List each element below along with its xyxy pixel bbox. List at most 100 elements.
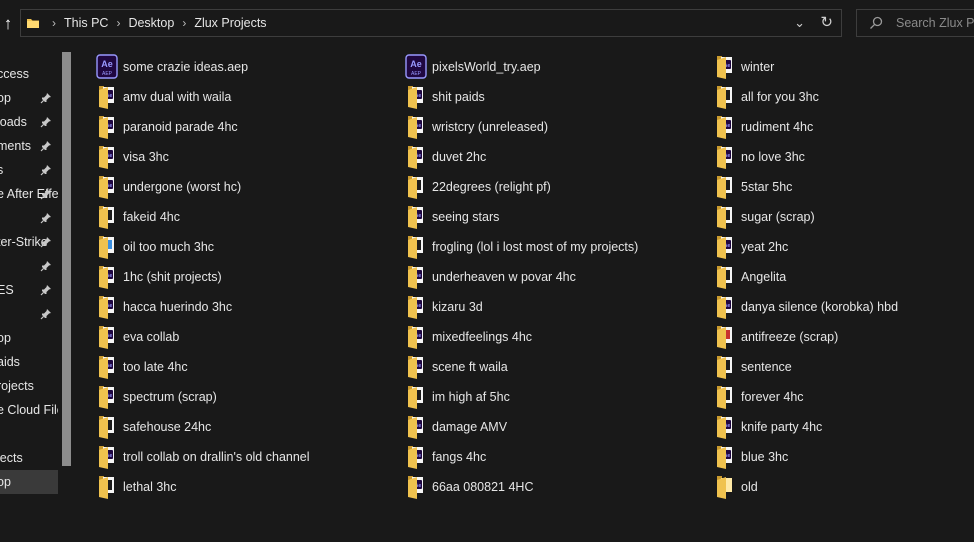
folder-icon: Ae	[714, 234, 738, 260]
breadcrumb-item-desktop[interactable]: Desktop	[125, 16, 177, 30]
chevron-right-icon[interactable]: ›	[47, 16, 61, 30]
folder-item[interactable]: sugar (scrap)	[714, 204, 974, 232]
sidebar-item[interactable]: e After Effects	[0, 182, 58, 206]
item-name: fakeid 4hc	[123, 210, 180, 224]
folder-item[interactable]: Ae eva collab	[96, 324, 396, 352]
folder-item[interactable]: antifreeze (scrap)	[714, 324, 974, 352]
file-item[interactable]: Ae AEP some crazie ideas.aep	[96, 54, 396, 82]
folder-item[interactable]: Ae damage AMV	[405, 414, 705, 442]
svg-text:Ae: Ae	[101, 59, 113, 69]
folder-icon	[714, 354, 738, 380]
folder-item[interactable]: Ae duvet 2hc	[405, 144, 705, 172]
folder-icon: Ae	[405, 114, 429, 140]
item-name: seeing stars	[432, 210, 500, 224]
folder-item[interactable]: Ae underheaven w povar 4hc	[405, 264, 705, 292]
sidebar-item[interactable]: loads	[0, 110, 58, 134]
item-name: im high af 5hc	[432, 390, 510, 404]
folder-item[interactable]: Ae paranoid parade 4hc	[96, 114, 396, 142]
sidebar-item[interactable]: ments	[0, 134, 58, 158]
chevron-right-icon[interactable]: ›	[177, 16, 191, 30]
folder-item[interactable]: old	[714, 474, 974, 502]
folder-item[interactable]: Angelita	[714, 264, 974, 292]
sidebar-item[interactable]: rojects	[0, 374, 58, 398]
folder-item[interactable]: Ae undergone (worst hc)	[96, 174, 396, 202]
folder-icon: Ae	[405, 204, 429, 230]
folder-item[interactable]: 22degrees (relight pf)	[405, 174, 705, 202]
sidebar-item[interactable]: aids	[0, 350, 58, 374]
sidebar-item[interactable]	[0, 206, 58, 230]
item-name: scene ft waila	[432, 360, 508, 374]
sidebar-item[interactable]: ter-Strike	[0, 230, 58, 254]
folder-item[interactable]: Ae blue 3hc	[714, 444, 974, 472]
folder-icon: Ae	[96, 354, 120, 380]
sidebar-item[interactable]: jects	[0, 446, 58, 470]
folder-item[interactable]: Ae rudiment 4hc	[714, 114, 974, 142]
folder-item[interactable]: Ae spectrum (scrap)	[96, 384, 396, 412]
pin-icon	[40, 165, 51, 176]
sidebar-item[interactable]: op	[0, 470, 58, 494]
item-name: paranoid parade 4hc	[123, 120, 238, 134]
folder-item[interactable]: frogling (lol i lost most of my projects…	[405, 234, 705, 262]
folder-item[interactable]: fakeid 4hc	[96, 204, 396, 232]
item-name: underheaven w povar 4hc	[432, 270, 576, 284]
folder-item[interactable]: Ae yeat 2hc	[714, 234, 974, 262]
sidebar-item-label: op	[0, 475, 11, 489]
refresh-icon[interactable]: ↻	[820, 10, 833, 36]
folder-item[interactable]: Ae knife party 4hc	[714, 414, 974, 442]
folder-item[interactable]: Ae troll collab on drallin's old channel	[96, 444, 396, 472]
folder-item[interactable]: oil too much 3hc	[96, 234, 396, 262]
folder-item[interactable]: im high af 5hc	[405, 384, 705, 412]
search-box[interactable]: Search Zlux Projects	[856, 9, 974, 37]
folder-item[interactable]: lethal 3hc	[96, 474, 396, 502]
breadcrumb-item-zlux-projects[interactable]: Zlux Projects	[191, 16, 269, 30]
folder-item[interactable]: 5star 5hc	[714, 174, 974, 202]
folder-item[interactable]: Ae shit paids	[405, 84, 705, 112]
folder-item[interactable]: Ae visa 3hc	[96, 144, 396, 172]
sidebar-item[interactable]: op	[0, 326, 58, 350]
chevron-down-icon[interactable]: ⌄	[794, 10, 805, 36]
folder-item[interactable]: sentence	[714, 354, 974, 382]
after-effects-file-icon: Ae AEP	[405, 54, 429, 80]
file-item[interactable]: Ae AEP pixelsWorld_try.aep	[405, 54, 705, 82]
up-arrow-icon[interactable]: ↑	[0, 12, 16, 36]
item-name: pixelsWorld_try.aep	[432, 60, 541, 74]
folder-icon: Ae	[405, 324, 429, 350]
folder-item[interactable]: Ae winter	[714, 54, 974, 82]
folder-item[interactable]: Ae mixedfeelings 4hc	[405, 324, 705, 352]
folder-item[interactable]: all for you 3hc	[714, 84, 974, 112]
sidebar-item[interactable]: ccess	[0, 62, 58, 86]
folder-icon	[714, 174, 738, 200]
nav-scrollbar[interactable]	[60, 46, 73, 542]
folder-item[interactable]: Ae 1hc (shit projects)	[96, 264, 396, 292]
sidebar-item[interactable]	[0, 302, 58, 326]
folder-item[interactable]: Ae seeing stars	[405, 204, 705, 232]
breadcrumb-item-this-pc[interactable]: This PC	[61, 16, 111, 30]
folder-item[interactable]: Ae danya silence (korobka) hbd	[714, 294, 974, 322]
folder-item[interactable]: Ae amv dual with waila	[96, 84, 396, 112]
sidebar-item[interactable]	[0, 422, 58, 446]
folder-item[interactable]: Ae too late 4hc	[96, 354, 396, 382]
folder-icon	[714, 324, 738, 350]
folder-item[interactable]: Ae 66aa 080821 4HC	[405, 474, 705, 502]
folder-item[interactable]: Ae no love 3hc	[714, 144, 974, 172]
search-input[interactable]: Search Zlux Projects	[896, 10, 974, 36]
sidebar-item[interactable]: e Cloud Files	[0, 398, 58, 422]
folder-item[interactable]: Ae hacca huerindo 3hc	[96, 294, 396, 322]
folder-item[interactable]: Ae scene ft waila	[405, 354, 705, 382]
sidebar-item[interactable]: s	[0, 158, 58, 182]
folder-icon: Ae	[96, 144, 120, 170]
folder-item[interactable]: Ae fangs 4hc	[405, 444, 705, 472]
sidebar-item[interactable]: ES	[0, 278, 58, 302]
address-bar[interactable]: › This PC › Desktop › Zlux Projects ⌄ ↻	[20, 9, 842, 37]
scrollbar-thumb[interactable]	[62, 52, 71, 466]
folder-item[interactable]: Ae kizaru 3d	[405, 294, 705, 322]
item-name: sugar (scrap)	[741, 210, 815, 224]
folder-item[interactable]: safehouse 24hc	[96, 414, 396, 442]
sidebar-item[interactable]: op	[0, 86, 58, 110]
sidebar-item[interactable]	[0, 254, 58, 278]
chevron-right-icon[interactable]: ›	[111, 16, 125, 30]
item-name: winter	[741, 60, 775, 74]
folder-icon	[714, 84, 738, 110]
folder-item[interactable]: Ae wristcry (unreleased)	[405, 114, 705, 142]
folder-item[interactable]: forever 4hc	[714, 384, 974, 412]
